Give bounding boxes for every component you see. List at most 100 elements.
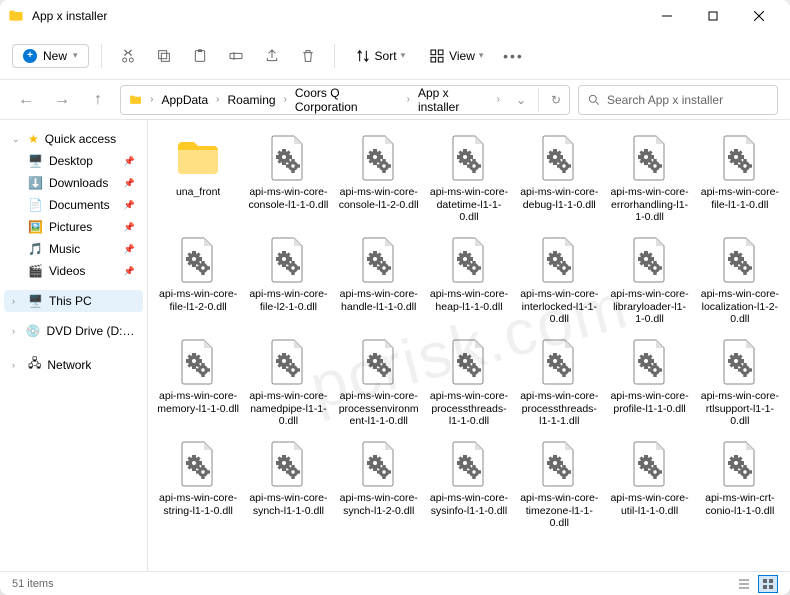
sidebar: ⌄ ★ Quick access 🖥️Desktop📌⬇️Downloads📌📄… <box>0 120 148 571</box>
maximize-button[interactable] <box>690 0 736 32</box>
chevron-right-icon: › <box>497 94 500 105</box>
file-item[interactable]: api-ms-win-core-util-l1-1-0.dll <box>605 436 693 534</box>
sidebar-item-videos[interactable]: 🎬Videos📌 <box>4 260 143 282</box>
file-label: api-ms-win-core-debug-l1-1-0.dll <box>518 186 600 224</box>
crumb[interactable]: Coors Q Corporation <box>295 86 399 114</box>
sidebar-item-desktop[interactable]: 🖥️Desktop📌 <box>4 150 143 172</box>
sidebar-network[interactable]: › 🖧 Network <box>4 350 143 379</box>
sidebar-item-pictures[interactable]: 🖼️Pictures📌 <box>4 216 143 238</box>
folder-item[interactable]: una_front <box>154 130 242 228</box>
file-label: api-ms-win-core-namedpipe-l1-1-0.dll <box>247 390 329 428</box>
folder-icon <box>174 134 222 182</box>
sidebar-this-pc[interactable]: › 🖥️ This PC <box>4 290 143 312</box>
sidebar-item-documents[interactable]: 📄Documents📌 <box>4 194 143 216</box>
back-button[interactable]: ← <box>12 86 40 114</box>
file-grid[interactable]: pcrisk.com una_frontapi-ms-win-core-cons… <box>148 120 790 571</box>
file-label: api-ms-win-core-processthreads-l1-1-1.dl… <box>518 390 600 428</box>
file-item[interactable]: api-ms-win-core-synch-l1-2-0.dll <box>335 436 423 534</box>
file-item[interactable]: api-ms-win-core-profile-l1-1-0.dll <box>605 334 693 432</box>
forward-button[interactable]: → <box>48 86 76 114</box>
quick-access[interactable]: ⌄ ★ Quick access <box>4 128 143 150</box>
file-item[interactable]: api-ms-win-core-libraryloader-l1-1-0.dll <box>605 232 693 330</box>
network-label: Network <box>47 358 91 372</box>
file-item[interactable]: api-ms-win-core-processthreads-l1-1-0.dl… <box>425 334 513 432</box>
file-label: api-ms-win-core-util-l1-1-0.dll <box>609 492 691 530</box>
dll-file-icon <box>174 236 222 284</box>
thispc-label: This PC <box>49 294 92 308</box>
file-item[interactable]: api-ms-win-core-errorhandling-l1-1-0.dll <box>605 130 693 228</box>
file-item[interactable]: api-ms-win-core-string-l1-1-0.dll <box>154 436 242 534</box>
dll-file-icon <box>355 338 403 386</box>
file-item[interactable]: api-ms-win-core-handle-l1-1-0.dll <box>335 232 423 330</box>
icons-view-button[interactable] <box>758 575 778 593</box>
sidebar-dvd[interactable]: › 💿 DVD Drive (D:) CCCC <box>4 320 143 342</box>
crumb[interactable]: Roaming <box>228 93 276 107</box>
dll-file-icon <box>445 440 493 488</box>
view-dropdown[interactable]: View ▾ <box>421 44 491 68</box>
file-item[interactable]: api-ms-win-core-datetime-l1-1-0.dll <box>425 130 513 228</box>
file-label: api-ms-win-core-string-l1-1-0.dll <box>157 492 239 530</box>
file-item[interactable]: api-ms-win-core-debug-l1-1-0.dll <box>515 130 603 228</box>
dll-file-icon <box>535 236 583 284</box>
sort-dropdown[interactable]: Sort ▾ <box>347 44 414 68</box>
file-item[interactable]: api-ms-win-core-rtlsupport-l1-1-0.dll <box>696 334 784 432</box>
delete-button[interactable] <box>294 42 322 70</box>
file-item[interactable]: api-ms-win-core-file-l1-2-0.dll <box>154 232 242 330</box>
copy-button[interactable] <box>150 42 178 70</box>
rename-button[interactable] <box>222 42 250 70</box>
file-item[interactable]: api-ms-win-core-file-l1-1-0.dll <box>696 130 784 228</box>
more-button[interactable]: ••• <box>499 42 527 70</box>
breadcrumb[interactable]: › AppData › Roaming › Coors Q Corporatio… <box>120 85 570 115</box>
sidebar-item-downloads[interactable]: ⬇️Downloads📌 <box>4 172 143 194</box>
file-label: api-ms-win-core-processenvironment-l1-1-… <box>338 390 420 428</box>
sidebar-item-label: Videos <box>49 264 85 278</box>
file-label: una_front <box>176 186 220 224</box>
sidebar-item-label: Pictures <box>49 220 92 234</box>
new-button[interactable]: + New ▾ <box>12 44 89 68</box>
minimize-button[interactable] <box>644 0 690 32</box>
chevron-right-icon: › <box>407 94 410 105</box>
file-item[interactable]: api-ms-win-core-processthreads-l1-1-1.dl… <box>515 334 603 432</box>
search-placeholder: Search App x installer <box>607 93 723 107</box>
file-item[interactable]: api-ms-win-core-interlocked-l1-1-0.dll <box>515 232 603 330</box>
expand-icon: › <box>12 296 22 306</box>
details-view-button[interactable] <box>734 575 754 593</box>
separator <box>101 44 102 68</box>
crumb[interactable]: App x installer <box>418 86 489 114</box>
search-input[interactable]: Search App x installer <box>578 85 778 115</box>
up-button[interactable]: ↑ <box>84 86 112 114</box>
star-icon: ★ <box>28 132 39 146</box>
refresh-button[interactable]: ↻ <box>551 93 561 107</box>
dvd-icon: 💿 <box>26 324 41 338</box>
crumb[interactable]: AppData <box>161 93 208 107</box>
paste-button[interactable] <box>186 42 214 70</box>
share-button[interactable] <box>258 42 286 70</box>
file-item[interactable]: api-ms-win-crt-conio-l1-1-0.dll <box>696 436 784 534</box>
pin-icon: 📌 <box>124 222 135 233</box>
close-button[interactable] <box>736 0 782 32</box>
file-label: api-ms-win-core-memory-l1-1-0.dll <box>157 390 239 428</box>
cut-button[interactable] <box>114 42 142 70</box>
dll-file-icon <box>264 338 312 386</box>
file-item[interactable]: api-ms-win-core-file-l2-1-0.dll <box>244 232 332 330</box>
file-item[interactable]: api-ms-win-core-heap-l1-1-0.dll <box>425 232 513 330</box>
file-item[interactable]: api-ms-win-core-localization-l1-2-0.dll <box>696 232 784 330</box>
sidebar-item-label: Music <box>49 242 80 256</box>
titlebar: App x installer <box>0 0 790 32</box>
file-item[interactable]: api-ms-win-core-timezone-l1-1-0.dll <box>515 436 603 534</box>
dropdown-arrow-icon[interactable]: ⌄ <box>516 93 526 107</box>
search-icon <box>587 93 601 107</box>
folder-icon: 🎵 <box>28 242 43 256</box>
file-item[interactable]: api-ms-win-core-synch-l1-1-0.dll <box>244 436 332 534</box>
file-item[interactable]: api-ms-win-core-sysinfo-l1-1-0.dll <box>425 436 513 534</box>
dll-file-icon <box>626 236 674 284</box>
file-item[interactable]: api-ms-win-core-console-l1-2-0.dll <box>335 130 423 228</box>
pc-icon: 🖥️ <box>28 294 43 308</box>
sidebar-item-music[interactable]: 🎵Music📌 <box>4 238 143 260</box>
file-item[interactable]: api-ms-win-core-memory-l1-1-0.dll <box>154 334 242 432</box>
file-item[interactable]: api-ms-win-core-namedpipe-l1-1-0.dll <box>244 334 332 432</box>
file-item[interactable]: api-ms-win-core-processenvironment-l1-1-… <box>335 334 423 432</box>
pin-icon: 📌 <box>124 178 135 189</box>
file-item[interactable]: api-ms-win-core-console-l1-1-0.dll <box>244 130 332 228</box>
dll-file-icon <box>445 338 493 386</box>
